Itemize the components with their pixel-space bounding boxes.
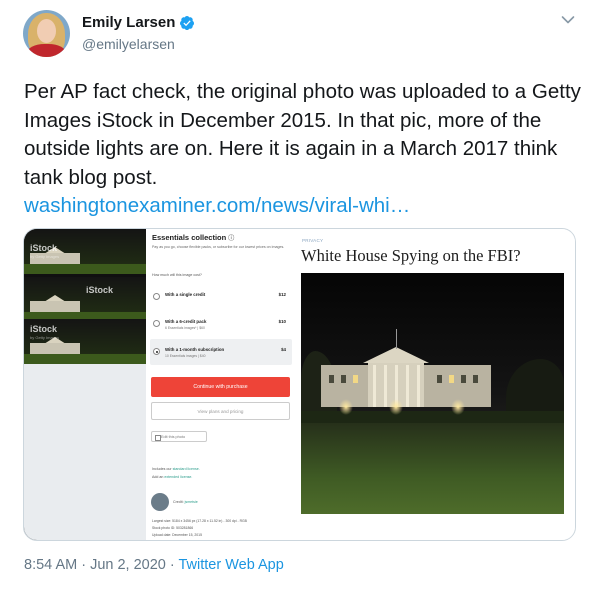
window <box>329 375 334 383</box>
timestamp-time[interactable]: 8:54 AM · Jun 2, 2020 · <box>24 557 179 573</box>
image-meta-id: Stock photo ID: 503281866 <box>152 526 194 530</box>
flagpole <box>396 329 397 349</box>
light-glow <box>339 399 353 415</box>
author-handle[interactable]: @emilyelarsen <box>82 36 175 52</box>
panel-title-text: Essentials collection <box>152 233 227 242</box>
option-subscription[interactable]: With a 1-month subscription 10 Essential… <box>150 339 292 365</box>
light-glow <box>451 399 465 415</box>
tweet-text: Per AP fact check, the original photo wa… <box>24 80 581 189</box>
author-avatar[interactable] <box>23 10 70 57</box>
blog-article: PRIVACY White House Spying on the FBI? <box>296 229 575 540</box>
column <box>373 365 376 407</box>
tweet-timestamp: 8:54 AM · Jun 2, 2020 · Twitter Web App <box>24 557 284 573</box>
tweet-link[interactable]: washingtonexaminer.com/news/viral-whi… <box>24 192 410 220</box>
option-single-credit[interactable]: With a single credit $12 <box>150 284 292 310</box>
info-icon: ⓘ <box>228 236 235 242</box>
radio-button-selected[interactable] <box>153 348 160 355</box>
panel-description: Pay as you go, choose flexible packs, or… <box>152 245 285 249</box>
author-display-name[interactable]: Emily Larsen <box>82 14 175 31</box>
image-meta-date: Upload date: December 15, 2015 <box>152 533 202 537</box>
light-glow <box>389 399 403 415</box>
column <box>406 365 409 407</box>
option-price: $12 <box>278 292 286 297</box>
license-prefix: Add an <box>152 475 165 479</box>
extended-license-link[interactable]: extended license. <box>164 475 192 479</box>
panel-title: Essentials collection ⓘ <box>152 233 234 242</box>
window-lit <box>353 375 358 383</box>
avatar-dress <box>27 44 66 57</box>
standard-license-link[interactable]: standard license. <box>173 467 200 471</box>
option-sublabel: 6 Essentials images* | $60 <box>165 326 205 330</box>
column <box>417 365 420 407</box>
window <box>437 375 442 383</box>
option-price: $4 <box>281 347 286 352</box>
istock-watermark-sub: by Getty Images <box>30 254 60 259</box>
lawn <box>301 423 564 514</box>
chevron-down-icon[interactable] <box>561 15 575 25</box>
istock-watermark: iStock <box>30 243 58 253</box>
article-headline: White House Spying on the FBI? <box>301 246 521 265</box>
license-line: Add an extended license. <box>152 475 192 479</box>
tweet-card: Emily Larsen @emilyelarsen Per AP fact c… <box>0 0 600 593</box>
istock-thumbnails: iStock by Getty Images iStock iStock by … <box>24 229 146 540</box>
istock-purchase-panel: Essentials collection ⓘ Pay as you go, c… <box>146 229 296 540</box>
credit-link[interactable]: jsmetsie <box>185 500 198 504</box>
istock-watermark-sub: by Getty Images <box>30 335 60 340</box>
contributor-avatar <box>151 493 169 511</box>
tweet-source-link[interactable]: Twitter Web App <box>179 557 284 573</box>
continue-purchase-button[interactable]: Continue with purchase <box>151 377 290 397</box>
license-prefix: Includes our <box>152 467 173 471</box>
article-kicker: PRIVACY <box>302 238 324 243</box>
edit-photo-button[interactable]: Edit this photo <box>151 431 207 442</box>
window-lit <box>449 375 454 383</box>
window <box>461 375 466 383</box>
view-plans-button[interactable]: View plans and pricing <box>151 402 290 420</box>
license-line: Includes our standard license. <box>152 467 200 471</box>
window <box>341 375 346 383</box>
istock-watermark: iStock <box>30 324 58 334</box>
author-name-row[interactable]: Emily Larsen <box>82 14 195 31</box>
image-meta-size: Largest size: 5184 x 3456 px (17.28 x 11… <box>152 519 247 523</box>
credit-prefix: Credit: <box>173 500 185 504</box>
credit-line: Credit: jsmetsie <box>173 500 198 504</box>
option-label: With a 1-month subscription <box>165 347 225 352</box>
option-credit-pack[interactable]: With a 6-credit pack 6 Essentials images… <box>150 311 292 337</box>
option-sublabel: 10 Essentials images | $40 <box>165 354 206 358</box>
option-label: With a 6-credit pack <box>165 319 207 324</box>
istock-thumbnail <box>24 277 146 322</box>
option-label: With a single credit <box>165 292 206 297</box>
radio-button[interactable] <box>153 320 160 327</box>
lawn-shape <box>24 264 146 274</box>
lawn-shape <box>24 354 146 364</box>
white-house-night-photo <box>301 273 564 514</box>
option-price: $10 <box>278 319 286 324</box>
window <box>473 375 478 383</box>
thumbnail-column-background <box>24 364 146 540</box>
radio-button[interactable] <box>153 293 160 300</box>
column <box>384 365 387 407</box>
panel-question: How much will this image cost? <box>152 273 202 277</box>
verified-badge-icon <box>180 15 195 30</box>
avatar-face <box>37 19 56 43</box>
istock-watermark: iStock <box>86 285 114 295</box>
tweet-media-image[interactable]: iStock by Getty Images iStock iStock by … <box>23 228 576 541</box>
